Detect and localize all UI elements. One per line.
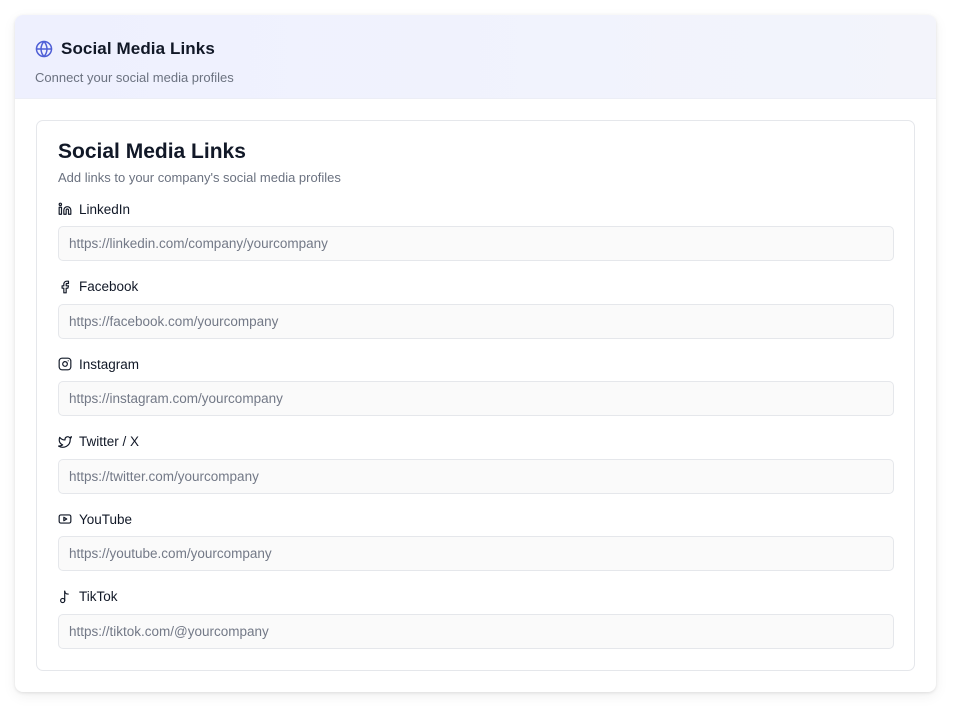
header-title-row: Social Media Links (35, 37, 916, 61)
twitter-icon (58, 435, 72, 449)
instagram-field: Instagram (58, 355, 894, 433)
linkedin-icon (58, 202, 72, 216)
youtube-icon (58, 512, 72, 526)
facebook-icon (58, 280, 72, 294)
section-title: Social Media Links (58, 140, 246, 163)
tiktok-input[interactable] (58, 613, 894, 649)
tiktok-icon (58, 590, 72, 604)
youtube-input[interactable] (58, 536, 894, 571)
twitter-field: Twitter / X (58, 433, 894, 511)
facebook-label: Facebook (79, 279, 139, 294)
instagram-label: Instagram (79, 356, 140, 372)
twitter-input[interactable] (58, 458, 894, 494)
youtube-label: YouTube (79, 511, 133, 527)
header-title: Social Media Links (61, 39, 215, 58)
facebook-field: Facebook (58, 278, 894, 356)
social-media-card: Social Media Links Connect your social m… (15, 15, 936, 692)
header-subtitle: Connect your social media profiles (35, 70, 234, 85)
twitter-label: Twitter / X (79, 434, 140, 449)
linkedin-field: LinkedIn (58, 200, 894, 278)
tiktok-label: TikTok (79, 589, 118, 604)
instagram-input[interactable] (58, 381, 894, 416)
section-subtitle: Add links to your company's social media… (58, 170, 341, 185)
facebook-input[interactable] (58, 303, 894, 339)
card-header: Social Media Links Connect your social m… (15, 15, 936, 99)
instagram-icon (58, 357, 72, 371)
tiktok-field: TikTok (58, 588, 894, 666)
globe-icon (35, 40, 53, 58)
social-links-form: Social Media Links Add links to your com… (36, 120, 915, 671)
youtube-field: YouTube (58, 510, 894, 588)
linkedin-input[interactable] (58, 226, 894, 261)
fields-list: LinkedIn Facebook (58, 200, 894, 666)
linkedin-label: LinkedIn (79, 201, 131, 217)
